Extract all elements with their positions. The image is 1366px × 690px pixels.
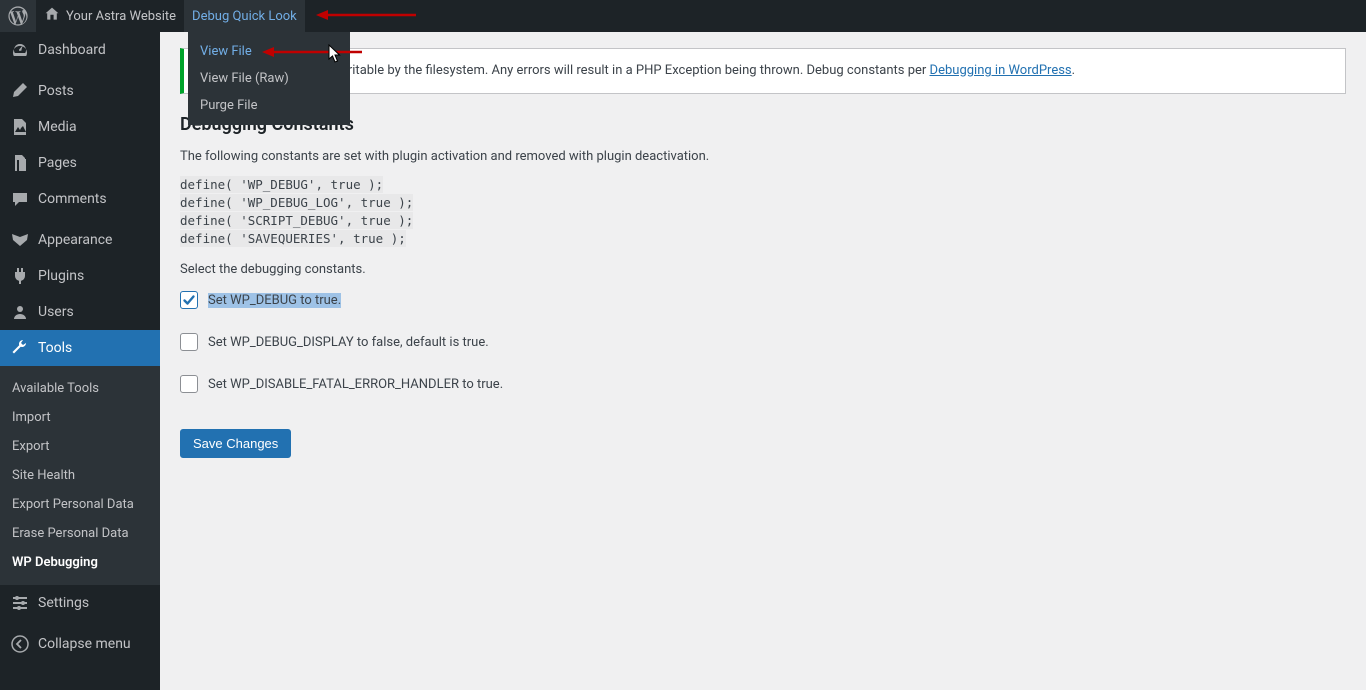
option-label[interactable]: Set WP_DEBUG to true. [208, 293, 341, 308]
home-icon [44, 6, 60, 26]
site-name-button[interactable]: Your Astra Website [36, 0, 184, 32]
collapse-icon [10, 634, 30, 654]
sidebar-label: Users [38, 304, 74, 320]
main-content: nfig.php file must be writable by the fi… [160, 32, 1366, 690]
sub-export[interactable]: Export [0, 432, 160, 461]
media-icon [10, 117, 30, 137]
option-label[interactable]: Set WP_DISABLE_FATAL_ERROR_HANDLER to tr… [208, 377, 503, 392]
sidebar-label: Appearance [38, 232, 112, 248]
comments-icon [10, 189, 30, 209]
option-checkbox[interactable] [180, 375, 198, 393]
debug-quick-look-menu-button[interactable]: Debug Quick Look [184, 0, 305, 32]
sidebar-label: Comments [38, 191, 107, 207]
sidebar-tools-submenu: Available Tools Import Export Site Healt… [0, 366, 160, 585]
section-title: Debugging Constants [180, 114, 1346, 135]
sidebar-label: Tools [38, 340, 72, 356]
settings-icon [10, 593, 30, 613]
dql-purge-file[interactable]: Purge File [188, 92, 350, 119]
sidebar-collapse-label: Collapse menu [38, 636, 131, 652]
sidebar-label: Dashboard [38, 42, 106, 58]
dql-view-file-raw[interactable]: View File (Raw) [188, 65, 350, 92]
option-row: Set WP_DEBUG to true. [180, 291, 1346, 309]
save-changes-button[interactable]: Save Changes [180, 429, 291, 458]
sidebar-users[interactable]: Users [0, 294, 160, 330]
users-icon [10, 302, 30, 322]
sidebar-plugins[interactable]: Plugins [0, 258, 160, 294]
appearance-icon [10, 230, 30, 250]
sub-wp-debugging[interactable]: WP Debugging [0, 548, 160, 577]
sidebar-appearance[interactable]: Appearance [0, 222, 160, 258]
sidebar-label: Settings [38, 595, 89, 611]
posts-icon [10, 81, 30, 101]
options-list: Set WP_DEBUG to true. Set WP_DEBUG_DISPLA… [180, 291, 1346, 393]
option-row: Set WP_DISABLE_FATAL_ERROR_HANDLER to tr… [180, 375, 1346, 393]
sub-available-tools[interactable]: Available Tools [0, 374, 160, 403]
sidebar-posts[interactable]: Posts [0, 73, 160, 109]
option-checkbox[interactable] [180, 291, 198, 309]
sidebar-media[interactable]: Media [0, 109, 160, 145]
sidebar-label: Media [38, 119, 77, 135]
sub-import[interactable]: Import [0, 403, 160, 432]
sidebar-settings[interactable]: Settings [0, 585, 160, 621]
sidebar-pages[interactable]: Pages [0, 145, 160, 181]
option-checkbox[interactable] [180, 333, 198, 351]
admin-bar: Your Astra Website Debug Quick Look [0, 0, 1366, 32]
site-name-label: Your Astra Website [66, 9, 176, 24]
dashboard-icon [10, 40, 30, 60]
sub-export-personal-data[interactable]: Export Personal Data [0, 490, 160, 519]
plugins-icon [10, 266, 30, 286]
sub-erase-personal-data[interactable]: Erase Personal Data [0, 519, 160, 548]
sidebar-label: Plugins [38, 268, 84, 284]
sidebar-collapse[interactable]: Collapse menu [0, 626, 160, 662]
debug-quick-look-label: Debug Quick Look [192, 9, 297, 24]
sidebar-tools[interactable]: Tools [0, 330, 160, 366]
notice-text: file must be writable by the filesystem.… [264, 63, 929, 78]
admin-notice: nfig.php file must be writable by the fi… [180, 48, 1346, 94]
select-text: Select the debugging constants. [180, 262, 1346, 277]
codeblock: define( 'WP_DEBUG', true ); define( 'WP_… [180, 176, 1346, 249]
dql-view-file[interactable]: View File [188, 38, 350, 65]
option-row: Set WP_DEBUG_DISPLAY to false, default i… [180, 333, 1346, 351]
sidebar-comments[interactable]: Comments [0, 181, 160, 217]
sidebar-dashboard[interactable]: Dashboard [0, 32, 160, 68]
admin-sidebar: Dashboard Posts Media Pages Comments App… [0, 32, 160, 690]
wordpress-icon [8, 6, 28, 26]
option-label[interactable]: Set WP_DEBUG_DISPLAY to false, default i… [208, 335, 489, 350]
sidebar-label: Pages [38, 155, 77, 171]
notice-tail: . [1072, 63, 1075, 78]
tools-icon [10, 338, 30, 358]
sidebar-label: Posts [38, 83, 74, 99]
debug-quick-look-dropdown: View File View File (Raw) Purge File [188, 32, 350, 125]
pages-icon [10, 153, 30, 173]
notice-link[interactable]: Debugging in WordPress [930, 63, 1072, 78]
wp-logo-button[interactable] [0, 0, 36, 32]
constants-intro: The following constants are set with plu… [180, 149, 1346, 164]
sub-site-health[interactable]: Site Health [0, 461, 160, 490]
